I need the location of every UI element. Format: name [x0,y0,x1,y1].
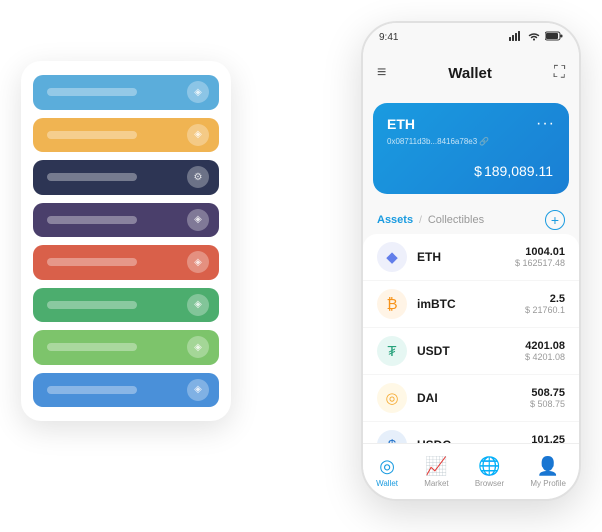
asset-icon-eth: ◆ [377,242,407,272]
asset-usd-dai: $ 508.75 [530,399,565,409]
assets-tab-divider: / [419,215,422,226]
nav-item-profile[interactable]: 👤 My Profile [530,456,566,488]
asset-name-dai: DAI [417,391,530,405]
card-row-label [47,343,137,351]
eth-card[interactable]: ETH ··· 0x08711d3b...8416a78e3 🔗 $189,08… [373,103,569,194]
status-icons [509,31,563,43]
card-row-icon: ◈ [187,124,209,146]
asset-item-eth[interactable]: ◆ ETH1004.01$ 162517.48 [363,234,579,281]
asset-amounts-usdt: 4201.08$ 4201.08 [525,340,565,362]
asset-icon-dai: ◎ [377,383,407,413]
wifi-icon [527,31,541,43]
asset-amount-eth: 1004.01 [515,246,565,258]
asset-icon-imbtc: ₿ [377,289,407,319]
card-row-orange-card[interactable]: ◈ [33,118,219,153]
asset-item-imbtc[interactable]: ₿ imBTC2.5$ 21760.1 [363,281,579,328]
card-panel: ◈ ◈ ⚙ ◈ ◈ ◈ ◈ ◈ [21,61,231,421]
card-row-icon: ◈ [187,209,209,231]
assets-tabs: Assets / Collectibles [377,214,484,226]
card-row-icon: ◈ [187,336,209,358]
nav-label-market: Market [424,479,448,488]
expand-icon[interactable]: ⛶ [554,64,565,82]
nav-icon-market: 📈 [425,456,447,477]
nav-icon-browser: 🌐 [478,456,500,477]
asset-usd-imbtc: $ 21760.1 [525,305,565,315]
phone-mockup: 9:41 [361,21,581,501]
card-row-label [47,386,137,394]
asset-usd-eth: $ 162517.48 [515,258,565,268]
asset-item-usdt[interactable]: ₮ USDT4201.08$ 4201.08 [363,328,579,375]
card-row-icon: ◈ [187,379,209,401]
asset-name-eth: ETH [417,250,515,264]
nav-icon-wallet: ◎ [379,456,395,477]
asset-item-usdc[interactable]: $USDC101.25$ 101.25 [363,422,579,443]
card-row-label [47,173,137,181]
asset-amount-usdc: 101.25 [530,434,565,443]
card-row-lightgreen-card[interactable]: ◈ [33,330,219,365]
currency-symbol: $ [474,163,482,179]
card-row-red-card[interactable]: ◈ [33,245,219,280]
phone-header: ≡ Wallet ⛶ [363,51,579,95]
asset-amounts-usdc: 101.25$ 101.25 [530,434,565,443]
card-row-blue2-card[interactable]: ◈ [33,373,219,408]
card-row-dark-card[interactable]: ⚙ [33,160,219,195]
asset-amounts-dai: 508.75$ 508.75 [530,387,565,409]
nav-label-browser: Browser [475,479,504,488]
asset-amount-dai: 508.75 [530,387,565,399]
scene: ◈ ◈ ⚙ ◈ ◈ ◈ ◈ ◈ 9:41 [21,21,581,511]
add-asset-button[interactable]: + [545,210,565,230]
asset-name-usdt: USDT [417,344,525,358]
balance-value: 189,089.11 [484,163,553,179]
assets-tab-collectibles[interactable]: Collectibles [428,214,484,226]
asset-name-imbtc: imBTC [417,297,525,311]
eth-card-address: 0x08711d3b...8416a78e3 🔗 [387,137,555,146]
card-row-icon: ◈ [187,251,209,273]
eth-card-title: ETH [387,116,415,132]
card-row-icon: ◈ [187,294,209,316]
phone-content: ETH ··· 0x08711d3b...8416a78e3 🔗 $189,08… [363,95,579,443]
card-row-label [47,216,137,224]
nav-label-wallet: Wallet [376,479,398,488]
nav-item-wallet[interactable]: ◎ Wallet [376,456,398,488]
eth-card-more[interactable]: ··· [536,115,555,133]
status-time: 9:41 [379,32,398,43]
assets-tab-active[interactable]: Assets [377,214,413,226]
assets-list: ◆ ETH1004.01$ 162517.48 ₿ imBTC2.5$ 21760.1… [363,234,579,443]
status-bar: 9:41 [363,23,579,51]
asset-item-dai[interactable]: ◎ DAI508.75$ 508.75 [363,375,579,422]
card-row-label [47,258,137,266]
phone-nav: ◎ Wallet 📈 Market 🌐 Browser 👤 My Profile [363,443,579,499]
card-row-label [47,301,137,309]
wallet-title: Wallet [448,65,492,82]
asset-amount-imbtc: 2.5 [525,293,565,305]
nav-icon-profile: 👤 [537,456,559,477]
asset-icon-usdc: $ [377,430,407,443]
eth-card-header: ETH ··· [387,115,555,133]
card-row-label [47,131,137,139]
card-row-label [47,88,137,96]
card-row-green-card[interactable]: ◈ [33,288,219,323]
asset-amounts-imbtc: 2.5$ 21760.1 [525,293,565,315]
card-row-icon: ⚙ [187,166,209,188]
menu-icon[interactable]: ≡ [377,64,386,82]
eth-card-balance: $189,089.11 [387,156,555,182]
assets-header: Assets / Collectibles + [363,202,579,234]
asset-amount-usdt: 4201.08 [525,340,565,352]
card-row-icon: ◈ [187,81,209,103]
asset-amounts-eth: 1004.01$ 162517.48 [515,246,565,268]
card-row-blue-card[interactable]: ◈ [33,75,219,110]
asset-usd-usdt: $ 4201.08 [525,352,565,362]
nav-item-market[interactable]: 📈 Market [424,456,448,488]
signal-icon [509,31,523,43]
nav-item-browser[interactable]: 🌐 Browser [475,456,504,488]
card-row-purple-card[interactable]: ◈ [33,203,219,238]
nav-label-profile: My Profile [530,479,566,488]
asset-icon-usdt: ₮ [377,336,407,366]
battery-icon [545,31,563,43]
